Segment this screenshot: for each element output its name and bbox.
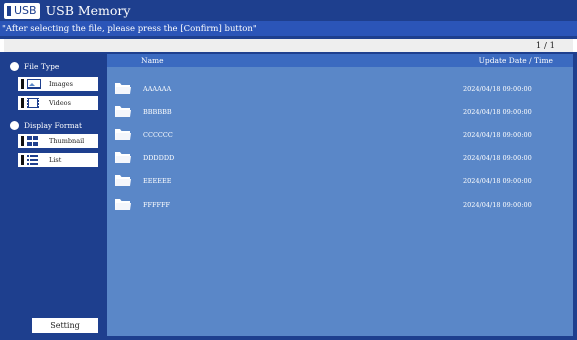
frame-right [573,52,577,340]
file-date: 2024/04/18 09:00:00 [463,201,532,209]
display-format-title: Display Format [24,121,83,130]
file-date: 2024/04/18 09:00:00 [463,85,532,93]
file-name: EEEEEE [143,177,172,185]
date-column-header: Update Date / Time [478,56,553,65]
videos-label: Videos [49,99,71,107]
file-row[interactable]: AAAAAA 2024/04/18 09:00:00 [107,81,573,97]
file-list-header: Name Update Date / Time [107,54,573,67]
setting-button[interactable]: Setting [32,318,98,333]
videos-icon [21,98,43,108]
file-date: 2024/04/18 09:00:00 [463,108,532,116]
frame-bottom [0,336,577,340]
instruction-text: "After selecting the file, please press … [0,21,577,36]
file-name: FFFFFF [143,201,171,209]
file-row[interactable]: BBBBBB 2024/04/18 09:00:00 [107,104,573,120]
file-row[interactable]: EEEEEE 2024/04/18 09:00:00 [107,173,573,189]
file-name: CCCCCC [143,131,173,139]
file-name: BBBBBB [143,108,172,116]
setting-label: Setting [50,321,80,330]
file-date: 2024/04/18 09:00:00 [463,177,532,185]
title-bar: USB USB Memory [0,0,577,21]
sidebar: File Type Images Videos Display Format T… [4,54,105,336]
file-date: 2024/04/18 09:00:00 [463,154,532,162]
folder-icon [115,152,131,163]
file-name: AAAAAA [143,85,172,93]
thumbnail-label: Thumbnail [49,137,85,145]
name-column-header: Name [141,56,164,65]
file-type-radio[interactable] [10,62,19,71]
file-row[interactable]: FFFFFF 2024/04/18 09:00:00 [107,197,573,213]
page-indicator-bar: 1 / 1 [4,39,573,52]
folder-icon [115,129,131,140]
display-format-radio[interactable] [10,121,19,130]
file-name: DDDDDD [143,154,175,162]
app-title: USB Memory [45,3,131,18]
usb-badge: USB [4,2,40,19]
videos-button[interactable]: Videos [18,96,98,110]
folder-icon [115,199,131,210]
images-button[interactable]: Images [18,77,98,91]
file-date: 2024/04/18 09:00:00 [463,131,532,139]
file-type-title: File Type [24,62,60,71]
list-label: List [49,156,62,164]
thumbnail-button[interactable]: Thumbnail [18,134,98,148]
display-format-section: Display Format [10,121,82,130]
usb-icon [7,5,11,16]
images-label: Images [49,80,73,88]
folder-icon [115,106,131,117]
images-icon [21,79,43,89]
usb-badge-label: USB [14,4,37,17]
folder-icon [115,175,131,186]
list-button[interactable]: List [18,153,98,167]
thumbnail-icon [21,136,43,146]
file-row[interactable]: DDDDDD 2024/04/18 09:00:00 [107,150,573,166]
list-icon [21,155,43,165]
file-type-section: File Type [10,62,59,71]
page-indicator: 1 / 1 [535,40,555,51]
folder-icon [115,83,131,94]
file-row[interactable]: CCCCCC 2024/04/18 09:00:00 [107,127,573,143]
file-list-panel: Name Update Date / Time AAAAAA 2024/04/1… [107,54,573,336]
